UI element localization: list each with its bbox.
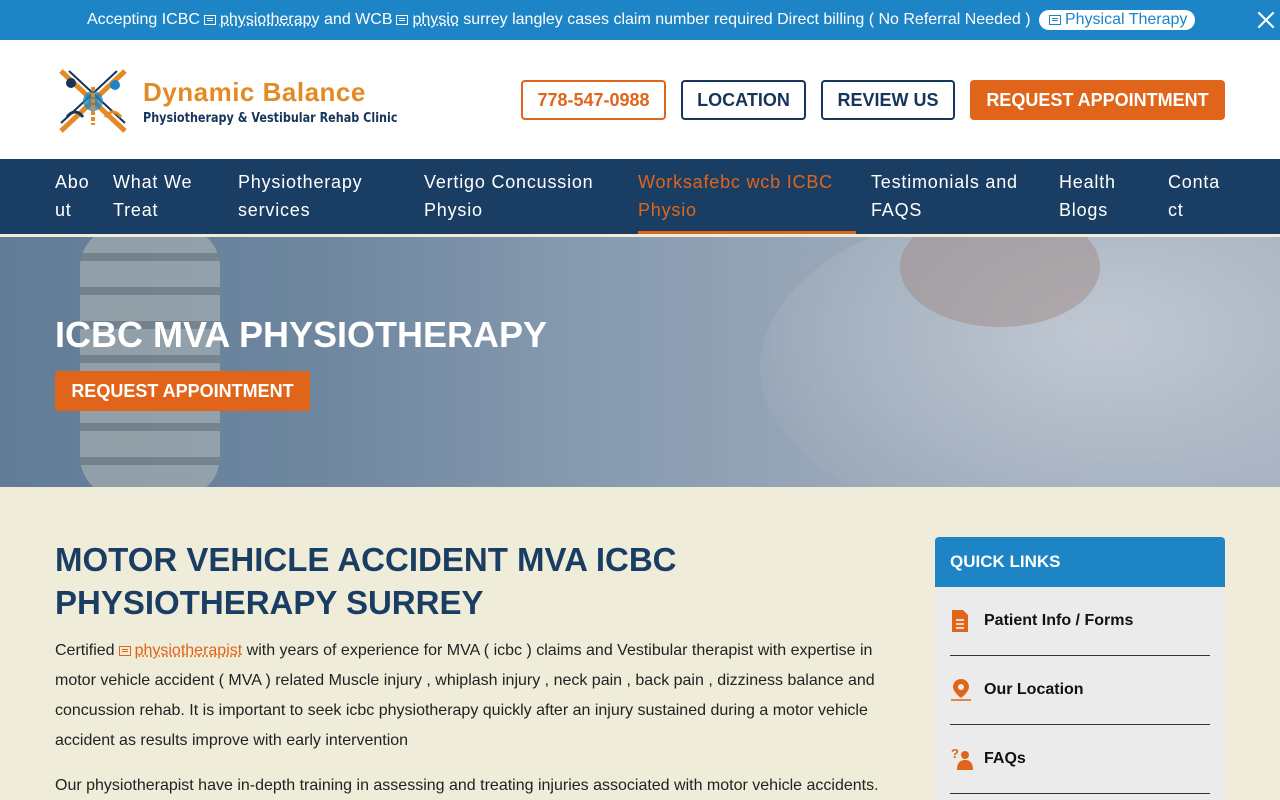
announcement-link-physiotherapy[interactable]: physiotherapy (220, 11, 320, 28)
nav-item-physiotherapy-services[interactable]: Physiotherapy services (238, 168, 362, 224)
announcement-bar: Accepting ICBC physiotherapy and WCB physi… (0, 0, 1280, 40)
review-us-button[interactable]: REVIEW US (821, 80, 955, 120)
location-button[interactable]: LOCATION (681, 80, 806, 120)
active-nav-indicator (638, 231, 856, 234)
nav-label-line: services (238, 196, 362, 224)
nav-label-line: ct (1168, 196, 1220, 224)
nav-label-line: What We (113, 168, 192, 196)
physiotherapist-link[interactable]: physiotherapist (135, 642, 243, 659)
document-icon (204, 15, 216, 25)
nav-item-worksafebc-icbc[interactable]: Worksafebc wcb ICBC Physio (638, 168, 833, 224)
nav-item-about[interactable]: Abo ut (55, 168, 89, 224)
hero-banner: ICBC MVA PHYSIOTHERAPY REQUEST APPOINTME… (0, 237, 1280, 487)
question-person-icon: ? (950, 747, 984, 771)
nav-label-line: Physio (638, 196, 833, 224)
intro-text-start: Certified (55, 642, 115, 659)
nav-label-line: Physio (424, 196, 594, 224)
close-icon[interactable] (1256, 10, 1276, 30)
quick-link-label: FAQs (984, 750, 1026, 768)
nav-label-line: Health (1059, 168, 1116, 196)
nav-label-line: Worksafebc wcb ICBC (638, 168, 833, 196)
page-title: MOTOR VEHICLE ACCIDENT MVA ICBC PHYSIOTH… (55, 538, 875, 624)
document-icon (119, 646, 131, 656)
announcement-text: Accepting ICBC physiotherapy and WCB physi… (87, 10, 1195, 30)
intro-paragraph: Certified physiotherapist with years of e… (55, 636, 895, 756)
nav-label-line: FAQS (871, 196, 1018, 224)
document-icon (396, 15, 408, 25)
phone-button[interactable]: 778-547-0988 (521, 80, 666, 120)
quick-links-panel: QUICK LINKS Patient Info / Forms Our Loc… (935, 537, 1225, 800)
second-paragraph: Our physiotherapist have in-depth traini… (55, 771, 895, 800)
logo-title: Dynamic Balance (143, 77, 366, 108)
announcement-part-3: surrey langley cases claim number requir… (463, 11, 1030, 28)
announcement-part-1: Accepting ICBC (87, 11, 200, 28)
physical-therapy-pill[interactable]: Physical Therapy (1039, 10, 1195, 30)
nav-label-line: Treat (113, 196, 192, 224)
announcement-part-2: and WCB (324, 11, 392, 28)
quick-link-faqs[interactable]: ? FAQs (950, 725, 1210, 794)
quick-link-patient-info[interactable]: Patient Info / Forms (950, 587, 1210, 656)
nav-item-testimonials-faqs[interactable]: Testimonials and FAQS (871, 168, 1018, 224)
request-appointment-button[interactable]: REQUEST APPOINTMENT (970, 80, 1225, 120)
nav-item-contact[interactable]: Conta ct (1168, 168, 1220, 224)
nav-label-line: Conta (1168, 168, 1220, 196)
pill-label: Physical Therapy (1065, 11, 1187, 28)
hero-overlay (0, 237, 1280, 487)
announcement-link-physio[interactable]: physio (412, 11, 458, 28)
hero-request-appointment-button[interactable]: REQUEST APPOINTMENT (55, 371, 310, 411)
nav-item-health-blogs[interactable]: Health Blogs (1059, 168, 1116, 224)
nav-item-what-we-treat[interactable]: What We Treat (113, 168, 192, 224)
nav-label-line: Physiotherapy (238, 168, 362, 196)
map-pin-icon (950, 678, 984, 702)
nav-item-vertigo-concussion[interactable]: Vertigo Concussion Physio (424, 168, 594, 224)
quick-link-our-location[interactable]: Our Location (950, 656, 1210, 725)
quick-link-label: Patient Info / Forms (984, 612, 1133, 630)
main-nav: Abo ut What We Treat Physiotherapy servi… (0, 159, 1280, 234)
document-icon (950, 609, 984, 633)
logo-emblem-icon (55, 65, 131, 137)
nav-label-line: ut (55, 196, 89, 224)
clinic-logo[interactable]: Dynamic Balance Physiotherapy & Vestibul… (55, 65, 355, 137)
document-icon (1049, 15, 1061, 25)
logo-subtitle: Physiotherapy & Vestibular Rehab Clinic (143, 111, 397, 126)
nav-label-line: Testimonials and (871, 168, 1018, 196)
nav-label-line: Abo (55, 168, 89, 196)
svg-text:?: ? (951, 747, 959, 761)
quick-links-heading: QUICK LINKS (935, 537, 1225, 587)
nav-label-line: Vertigo Concussion (424, 168, 594, 196)
site-header: Dynamic Balance Physiotherapy & Vestibul… (0, 40, 1280, 159)
nav-label-line: Blogs (1059, 196, 1116, 224)
hero-title: ICBC MVA PHYSIOTHERAPY (55, 314, 547, 356)
quick-link-label: Our Location (984, 681, 1084, 699)
